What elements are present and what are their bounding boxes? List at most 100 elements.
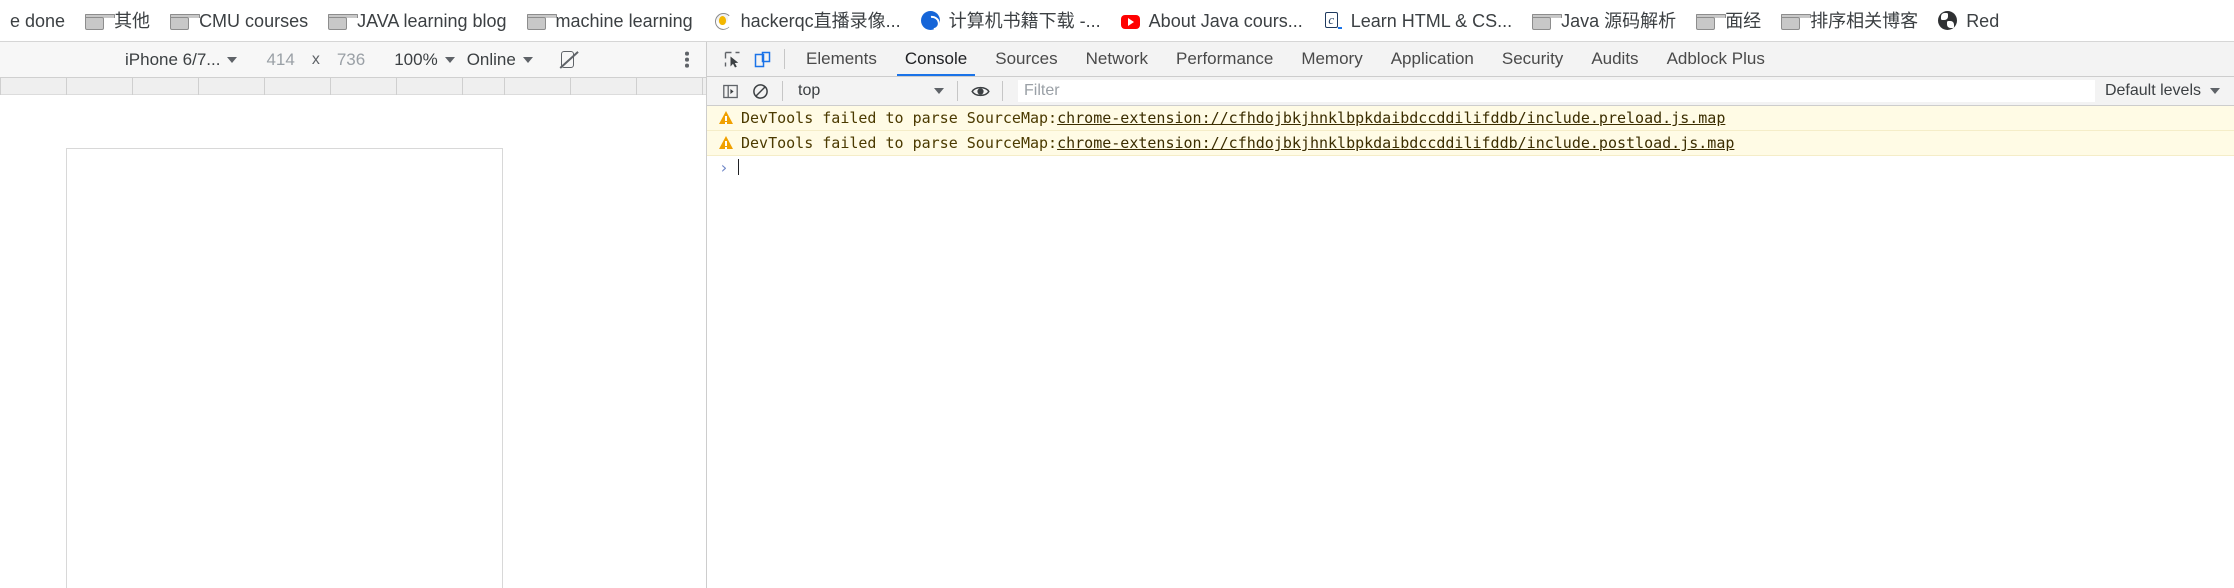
warning-icon xyxy=(719,136,733,150)
chevron-down-icon xyxy=(227,56,238,63)
globe-favicon-icon xyxy=(1938,11,1958,30)
bookmark-label: Java 源码解析 xyxy=(1561,10,1677,31)
toolbar-divider xyxy=(1002,81,1003,101)
chevron-down-icon xyxy=(2210,88,2220,94)
bookmark-label: About Java cours... xyxy=(1148,10,1303,31)
blue-circle-favicon-icon xyxy=(920,11,940,30)
rotate-icon[interactable] xyxy=(557,49,579,71)
devtools-pane: Elements Console Sources Network Perform… xyxy=(706,42,2234,588)
live-expression-icon[interactable] xyxy=(965,78,995,104)
bookmark-label: hackerqc直播录像... xyxy=(740,10,901,31)
tab-adblock-plus[interactable]: Adblock Plus xyxy=(1653,42,1779,76)
console-message-text: DevTools failed to parse SourceMap: xyxy=(741,134,1058,152)
tab-audits[interactable]: Audits xyxy=(1577,42,1652,76)
console-message-list[interactable]: DevTools failed to parse SourceMap: chro… xyxy=(707,106,2234,588)
folder-icon xyxy=(526,13,557,30)
folder-icon xyxy=(170,13,201,30)
console-log-levels-select[interactable]: Default levels xyxy=(2095,80,2234,102)
execution-context-label: top xyxy=(798,82,821,99)
bookmark-item-e-done[interactable]: e done xyxy=(0,4,75,38)
bookmark-label: 排序相关博客 xyxy=(1810,10,1919,31)
console-message-warning[interactable]: DevTools failed to parse SourceMap: chro… xyxy=(707,131,2234,156)
device-zoom-select[interactable]: 100% xyxy=(388,47,460,73)
network-throttling-label: Online xyxy=(466,49,516,69)
console-filter-toolbar: top Default levels xyxy=(707,77,2234,106)
device-select[interactable]: iPhone 6/7... xyxy=(119,47,243,73)
inspect-element-icon[interactable] xyxy=(717,46,747,72)
bookmark-item-book-download[interactable]: 计算机书籍下载 -... xyxy=(911,4,1111,38)
bookmark-item-java-learning-blog[interactable]: JAVA learning blog xyxy=(318,4,516,38)
folder-icon xyxy=(1532,13,1563,30)
console-message-link[interactable]: chrome-extension://cfhdojbkjhnklbpkdaibd… xyxy=(1057,108,1725,128)
bookmark-item-java-source[interactable]: Java 源码解析 xyxy=(1522,4,1686,38)
toolbar-divider xyxy=(782,81,783,101)
device-emulation-pane: iPhone 6/7... 414 x 736 100% Online xyxy=(0,42,706,588)
bookmark-item-learn-html-css[interactable]: c Learn HTML & CS... xyxy=(1313,4,1522,38)
bookmark-item-mianjing[interactable]: 面经 xyxy=(1686,4,1771,38)
chevron-down-icon xyxy=(522,56,533,63)
bookmark-label: e done xyxy=(10,10,66,31)
console-message-text: DevTools failed to parse SourceMap: xyxy=(741,109,1058,127)
toolbar-divider xyxy=(784,49,785,69)
tab-elements[interactable]: Elements xyxy=(792,42,891,76)
bookmark-item-hackerqc[interactable]: hackerqc直播录像... xyxy=(703,4,911,38)
devtools-tab-bar: Elements Console Sources Network Perform… xyxy=(707,42,2234,77)
bookmarks-bar: e done 其他 CMU courses JAVA learning blog… xyxy=(0,0,2234,42)
bookmark-item-sorting-blogs[interactable]: 排序相关博客 xyxy=(1771,4,1928,38)
tab-performance[interactable]: Performance xyxy=(1162,42,1287,76)
device-zoom-label: 100% xyxy=(394,49,438,69)
codecademy-favicon-icon: c xyxy=(1323,11,1342,30)
tab-sources[interactable]: Sources xyxy=(981,42,1071,76)
hackerqc-favicon-icon xyxy=(712,11,732,30)
console-sidebar-icon[interactable] xyxy=(715,78,745,104)
tab-network[interactable]: Network xyxy=(1072,42,1162,76)
console-filter-input[interactable] xyxy=(1018,80,2095,102)
bookmark-label: JAVA learning blog xyxy=(357,10,507,31)
tab-application[interactable]: Application xyxy=(1377,42,1488,76)
device-emulation-toolbar: iPhone 6/7... 414 x 736 100% Online xyxy=(0,42,706,78)
tab-memory[interactable]: Memory xyxy=(1287,42,1376,76)
bookmark-item-machine-learning[interactable]: machine learning xyxy=(517,4,703,38)
folder-icon xyxy=(1781,13,1812,30)
device-controls-group: iPhone 6/7... 414 x 736 100% Online xyxy=(119,47,579,73)
tab-security[interactable]: Security xyxy=(1488,42,1577,76)
device-canvas-area xyxy=(0,95,706,588)
bookmark-label: machine learning xyxy=(555,10,693,31)
text-cursor xyxy=(737,159,740,175)
emulated-page-viewport[interactable] xyxy=(66,148,503,588)
folder-icon xyxy=(328,13,359,30)
more-vertical-icon[interactable] xyxy=(685,49,689,70)
bookmark-item-qita[interactable]: 其他 xyxy=(75,4,160,38)
prompt-arrow-icon: › xyxy=(719,157,729,177)
console-prompt-row[interactable]: › xyxy=(707,156,2234,178)
console-message-link[interactable]: chrome-extension://cfhdojbkjhnklbpkdaibd… xyxy=(1057,133,1734,153)
tab-console[interactable]: Console xyxy=(891,42,981,76)
device-ruler xyxy=(0,78,706,95)
network-throttling-select[interactable]: Online xyxy=(461,47,539,73)
device-width-input[interactable]: 414 xyxy=(260,47,300,73)
execution-context-select[interactable]: top xyxy=(790,80,950,102)
toggle-device-toolbar-icon[interactable] xyxy=(747,46,777,72)
bookmark-label: Learn HTML & CS... xyxy=(1350,10,1513,31)
chevron-down-icon xyxy=(444,56,455,63)
bookmark-item-reddit[interactable]: Red xyxy=(1928,4,2009,38)
chevron-down-icon xyxy=(934,88,944,94)
bookmark-label: Red xyxy=(1966,10,2000,31)
toolbar-divider xyxy=(957,81,958,101)
console-log-levels-label: Default levels xyxy=(2104,82,2201,99)
bookmark-item-about-java-course[interactable]: About Java cours... xyxy=(1111,4,1313,38)
bookmark-label: 计算机书籍下载 -... xyxy=(948,10,1101,31)
bookmark-item-cmu-courses[interactable]: CMU courses xyxy=(160,4,318,38)
folder-icon xyxy=(85,13,116,30)
dimension-separator: x xyxy=(311,50,320,68)
warning-icon xyxy=(719,111,733,125)
console-message-warning[interactable]: DevTools failed to parse SourceMap: chro… xyxy=(707,106,2234,131)
bookmark-label: CMU courses xyxy=(199,10,309,31)
device-height-input[interactable]: 736 xyxy=(331,47,371,73)
bookmark-label: 面经 xyxy=(1725,10,1762,31)
folder-icon xyxy=(1696,13,1727,30)
bookmark-label: 其他 xyxy=(114,10,151,31)
clear-console-icon[interactable] xyxy=(745,78,775,104)
device-height-value: 736 xyxy=(336,49,366,69)
device-select-label: iPhone 6/7... xyxy=(125,49,221,69)
